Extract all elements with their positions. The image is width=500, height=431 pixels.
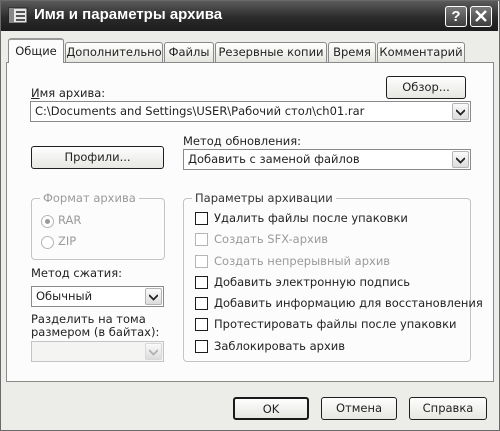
create-sfx-checkbox[interactable]: [195, 233, 208, 246]
test-files-label: Протестировать файлы после упаковки: [214, 317, 457, 331]
tab-time[interactable]: Время: [328, 42, 376, 62]
chevron-down-icon[interactable]: [452, 103, 469, 120]
help-button[interactable]: Справка: [409, 397, 487, 420]
tab-backup[interactable]: Резервные копии: [215, 42, 327, 62]
compression-value: Обычный: [36, 289, 93, 303]
update-method-select[interactable]: Добавить с заменой файлов: [183, 149, 471, 170]
chevron-down-icon[interactable]: [452, 151, 469, 168]
add-signature-checkbox[interactable]: [195, 276, 208, 289]
recovery-record-label: Добавить информацию для восстановления: [214, 296, 483, 310]
archive-name-label: Имя архива:: [31, 86, 106, 100]
rar-radio-label: RAR: [58, 213, 82, 227]
archive-name-combo[interactable]: C:\Documents and Settings\USER\Рабочий с…: [30, 101, 471, 122]
profiles-button[interactable]: Профили...: [31, 146, 164, 169]
archiving-options-legend: Параметры архивации: [192, 191, 336, 205]
chevron-down-icon[interactable]: [145, 288, 162, 305]
archive-format-legend: Формат архива: [40, 191, 139, 205]
tab-comment[interactable]: Комментарий: [377, 42, 465, 62]
solid-archive-checkbox[interactable]: [195, 255, 208, 268]
solid-archive-label: Создать непрерывный архив: [214, 254, 391, 268]
tab-advanced[interactable]: Дополнительно: [65, 42, 163, 62]
app-archive-icon: [8, 7, 28, 24]
help-question-icon[interactable]: ?: [445, 6, 467, 27]
archive-format-group: [31, 198, 165, 260]
lock-archive-checkbox[interactable]: [195, 340, 208, 353]
window-title: Имя и параметры архива: [34, 6, 223, 23]
radio-selected-dot: [45, 219, 50, 224]
split-size-combo[interactable]: [31, 341, 164, 362]
delete-after-pack-label: Удалить файлы после упаковки: [214, 211, 408, 225]
split-label-line1: Разделить на тома: [31, 312, 146, 326]
split-label-line2: размером (в байтах):: [31, 325, 160, 339]
update-method-value: Добавить с заменой файлов: [188, 152, 360, 166]
cancel-button[interactable]: Отмена: [321, 397, 397, 420]
test-files-checkbox[interactable]: [195, 318, 208, 331]
browse-button[interactable]: Обзор...: [386, 76, 466, 99]
archive-name-label-rest: мя архива:: [39, 86, 106, 100]
recovery-record-checkbox[interactable]: [195, 297, 208, 310]
zip-radio-label: ZIP: [58, 234, 77, 248]
ok-button[interactable]: OK: [233, 397, 309, 420]
delete-after-pack-checkbox[interactable]: [195, 212, 208, 225]
lock-archive-label: Заблокировать архив: [214, 339, 346, 353]
rar-radio[interactable]: [41, 215, 54, 228]
zip-radio[interactable]: [41, 236, 54, 249]
chevron-down-icon[interactable]: [145, 343, 162, 360]
archive-name-value: C:\Documents and Settings\USER\Рабочий с…: [35, 104, 365, 118]
compression-label: Метод сжатия:: [31, 266, 123, 280]
close-icon[interactable]: [470, 6, 492, 27]
tab-files[interactable]: Файлы: [164, 42, 214, 62]
add-signature-label: Добавить электронную подпись: [214, 275, 411, 289]
update-method-label: Метод обновления:: [183, 134, 302, 148]
tab-general[interactable]: Общие: [8, 38, 64, 63]
create-sfx-label: Создать SFX-архив: [214, 232, 329, 246]
compression-select[interactable]: Обычный: [31, 286, 164, 307]
